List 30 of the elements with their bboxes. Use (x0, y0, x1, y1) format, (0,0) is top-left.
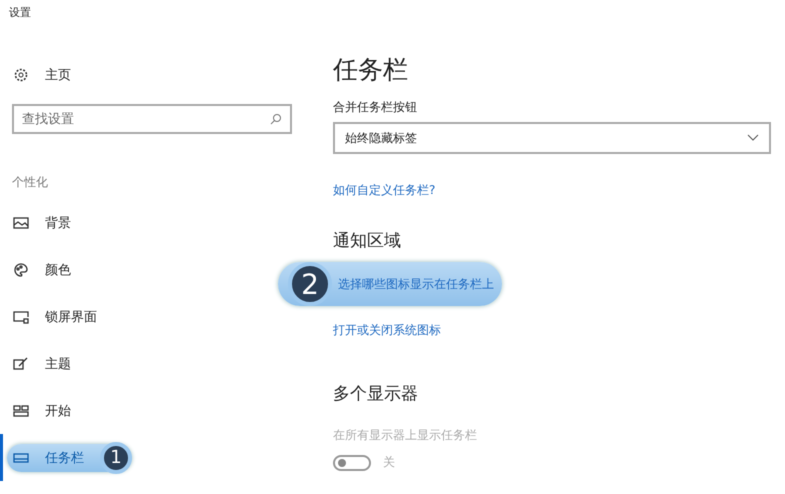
step-badge: 1 (100, 442, 132, 474)
search-field[interactable]: 查找设置 (12, 104, 292, 134)
search-icon (270, 113, 282, 125)
toggle-state: 关 (383, 454, 395, 471)
step-badge: 2 (288, 262, 332, 306)
settings-icon (13, 66, 29, 82)
setting-label: 在所有显示器上显示任务栏 (333, 427, 478, 444)
home-item[interactable]: 主页 (7, 60, 77, 88)
help-link[interactable]: 如何自定义任务栏? (333, 182, 773, 199)
lock-screen-icon (13, 308, 29, 324)
palette-icon (13, 262, 29, 278)
tiles-icon (13, 402, 29, 418)
sidebar-item[interactable]: 颜色 (7, 256, 77, 284)
setting-label: 合并任务栏按钮 (333, 99, 418, 116)
section-heading: 多个显示器 (333, 383, 419, 405)
settings-link[interactable]: 打开或关闭系统图标 (333, 316, 449, 344)
section-heading: 个性化 (11, 174, 49, 191)
dropdown[interactable]: 始终隐藏标签 (333, 122, 771, 154)
section-heading: 通知区域 (333, 230, 402, 252)
page-title: 任务栏 (333, 54, 409, 86)
brush-icon (13, 356, 29, 372)
sidebar-item[interactable]: 主题 (7, 350, 77, 378)
sidebar-item[interactable]: 开始 (7, 396, 77, 424)
window-title: 设置 (8, 5, 32, 21)
chevron-icon (747, 134, 759, 142)
sidebar-item[interactable]: 任务栏 1 (7, 444, 132, 472)
sidebar-item[interactable]: 背景 (7, 208, 77, 236)
settings-link[interactable]: 2 选择哪些图标显示在任务栏上 (278, 262, 502, 306)
sidebar-item[interactable]: 锁屏界面 (7, 302, 103, 330)
picture-icon (13, 214, 29, 230)
